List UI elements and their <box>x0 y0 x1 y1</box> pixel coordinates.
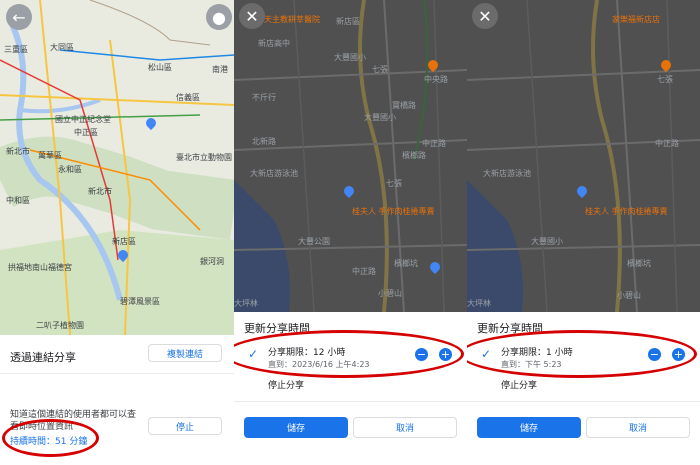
person-icon: ● <box>212 7 226 27</box>
map-label: 國立中正紀念堂 <box>55 115 111 124</box>
map-label: 天主教耕莘醫院 <box>264 15 320 24</box>
map-label: 中正路 <box>655 139 679 148</box>
close-icon: ✕ <box>245 6 259 26</box>
map-label: 七張 <box>386 179 402 188</box>
annotation-oval <box>234 330 464 378</box>
map-view[interactable]: 家樂福新店店 大新店游泳池 桂夫人 手作肉桂捲專賣 檳榔坑 中正路 七張 大豐國… <box>467 0 700 312</box>
map-roads <box>0 0 234 335</box>
map-label: 大豐國小 <box>334 53 366 62</box>
map-label: 新北市 <box>88 187 112 196</box>
map-label: 大同區 <box>50 43 74 52</box>
divider <box>467 401 700 402</box>
close-button[interactable]: ✕ <box>239 3 265 29</box>
annotation-oval <box>2 419 99 457</box>
map-label: 大新店游泳池 <box>483 169 531 178</box>
back-button[interactable]: ← <box>6 4 32 30</box>
map-label: 新店區 <box>336 17 360 26</box>
map-label: 南港 <box>212 65 228 74</box>
map-label: 松山區 <box>148 63 172 72</box>
update-share-time-screen-1h: 家樂福新店店 大新店游泳池 桂夫人 手作肉桂捲專賣 檳榔坑 中正路 七張 大豐國… <box>467 0 700 465</box>
stop-button[interactable]: 停止 <box>148 417 222 435</box>
copy-link-button[interactable]: 複製連結 <box>148 344 222 362</box>
map-label: 家樂福新店店 <box>612 15 660 24</box>
map-label: 桂夫人 手作肉桂捲專賣 <box>585 207 668 216</box>
cancel-button[interactable]: 取消 <box>586 417 690 438</box>
map-label: 檳榔路 <box>402 151 426 160</box>
map-label: 臺北市立動物園 <box>176 153 232 162</box>
map-label: 永和區 <box>58 165 82 174</box>
divider <box>234 401 467 402</box>
map-label: 新北市 <box>6 147 30 156</box>
save-button[interactable]: 儲存 <box>244 417 348 438</box>
map-view[interactable]: 三重區 大同區 松山區 南港 信義區 國立中正紀念堂 中正區 新北市 萬華區 臺… <box>0 0 234 335</box>
map-label: 小碧山 <box>617 291 641 300</box>
divider <box>0 373 234 374</box>
map-label: 桂夫人 手作肉桂捲專賣 <box>352 207 435 216</box>
map-label: 信義區 <box>176 93 200 102</box>
map-label: 銀河洞 <box>200 257 224 266</box>
map-label: 中正區 <box>74 128 98 137</box>
update-share-time-screen-12h: 天主教耕莘醫院 新店區 新店高中 大豐國小 大新店游泳池 大豐國小 桂夫人 手作… <box>234 0 467 465</box>
map-label: 大坪林 <box>467 299 491 308</box>
cancel-button[interactable]: 取消 <box>353 417 457 438</box>
back-arrow-icon: ← <box>12 7 26 27</box>
map-label: 拱福地南山福德宮 <box>8 263 72 272</box>
map-label: 檳榔坑 <box>627 259 651 268</box>
close-icon: ✕ <box>478 6 492 26</box>
share-description-line1: 知道這個連結的使用者都可以查 <box>10 410 137 420</box>
map-label: 新店高中 <box>258 39 290 48</box>
map-label: 二叭子植物園 <box>36 321 84 330</box>
annotation-oval <box>467 330 697 378</box>
map-label: 北新路 <box>252 137 276 146</box>
save-button[interactable]: 儲存 <box>477 417 581 438</box>
map-label: 萬華區 <box>38 151 62 160</box>
map-label: 寶橋路 <box>392 101 416 110</box>
map-label: 中和區 <box>6 196 30 205</box>
sheet-title: 透過連結分享 <box>10 351 76 364</box>
map-label: 大豐公園 <box>298 237 330 246</box>
map-label: 中正路 <box>352 267 376 276</box>
map-label: 三重區 <box>4 45 28 54</box>
stop-sharing-option[interactable]: 停止分享 <box>268 378 304 391</box>
map-label: 檳榔坑 <box>394 259 418 268</box>
close-button[interactable]: ✕ <box>472 3 498 29</box>
map-label: 大豐國小 <box>531 237 563 246</box>
map-label: 七張 <box>372 65 388 74</box>
map-label: 新店區 <box>112 237 136 246</box>
link-share-screen: 三重區 大同區 松山區 南港 信義區 國立中正紀念堂 中正區 新北市 萬華區 臺… <box>0 0 234 465</box>
map-label: 不斤行 <box>252 93 276 102</box>
map-view[interactable]: 天主教耕莘醫院 新店區 新店高中 大豐國小 大新店游泳池 大豐國小 桂夫人 手作… <box>234 0 467 312</box>
map-label: 碧潭風景區 <box>120 297 160 306</box>
profile-button[interactable]: ● <box>206 4 232 30</box>
map-label: 七張 <box>657 75 673 84</box>
map-roads <box>467 0 700 312</box>
map-label: 大豐國小 <box>364 113 396 122</box>
map-label: 小碧山 <box>378 289 402 298</box>
stop-sharing-option[interactable]: 停止分享 <box>501 378 537 391</box>
map-label: 中央路 <box>424 75 448 84</box>
map-label: 大坪林 <box>234 299 258 308</box>
map-label: 中正路 <box>422 139 446 148</box>
map-label: 大新店游泳池 <box>250 169 298 178</box>
